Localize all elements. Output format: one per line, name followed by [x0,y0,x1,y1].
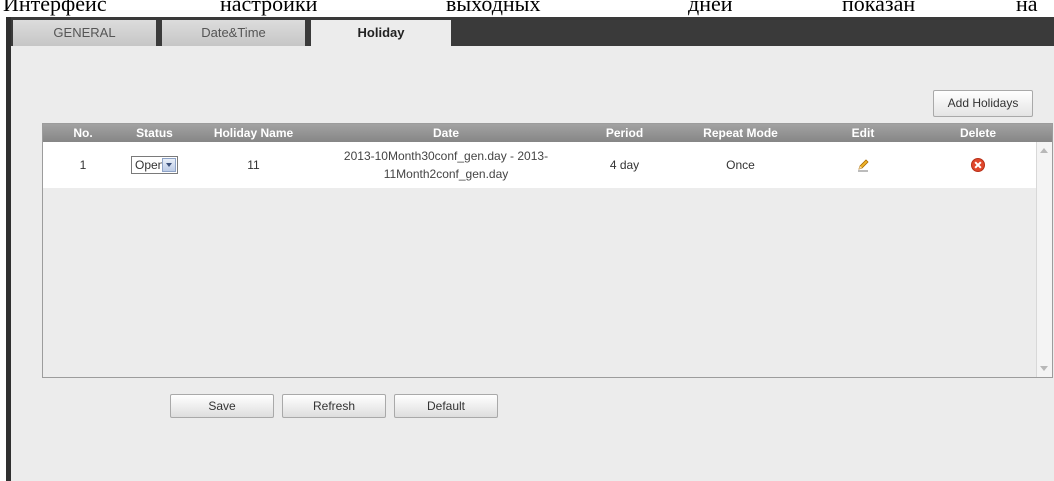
cell-period: 4 day [609,158,640,172]
column-header-holiday-name: Holiday Name [213,126,294,140]
doc-word: выходных [446,0,541,16]
document-text-line: Интерфейс настройки выходных дней показа… [0,0,1054,16]
column-header-no: No. [73,126,93,140]
table-scrollbar[interactable] [1036,142,1052,377]
table-header: No. Status Holiday Name Date Period Repe… [43,124,1052,142]
holiday-table: No. Status Holiday Name Date Period Repe… [42,123,1053,378]
column-header-date: Date [432,126,459,140]
cell-edit [803,142,923,188]
column-header-status: Status [136,126,173,140]
tab-date-time[interactable]: Date&Time [162,20,305,46]
delete-icon[interactable] [971,158,985,172]
chevron-down-icon[interactable] [162,158,176,172]
tab-holiday[interactable]: Holiday [311,20,451,46]
doc-word: на [1016,0,1038,16]
default-button[interactable]: Default [394,394,498,418]
holiday-settings-window: GENERAL Date&Time Holiday Add Holidays N… [6,17,1054,481]
save-button[interactable]: Save [170,394,274,418]
column-header-edit: Edit [851,126,875,140]
column-header-period: Period [605,126,644,140]
refresh-button[interactable]: Refresh [282,394,386,418]
tab-bar: GENERAL Date&Time Holiday [6,17,1054,46]
column-header-repeat-mode: Repeat Mode [703,126,778,140]
holiday-panel: Add Holidays No. Status Holiday Name Dat… [11,46,1054,481]
tab-general[interactable]: GENERAL [13,20,156,46]
cell-status: Open [123,142,186,188]
date-line-2: 11Month2conf_gen.day [383,167,509,181]
doc-word: Интерфейс [3,0,107,16]
pencil-icon[interactable] [856,158,870,172]
cell-delete [923,142,1033,188]
scroll-up-icon[interactable] [1040,148,1048,153]
date-line-1: 2013-10Month30conf_gen.day - 2013- [343,149,549,163]
table-row[interactable]: 1 Open 11 2013-10Month30conf_gen.day - 2… [43,142,1036,188]
column-header-delete: Delete [959,126,997,140]
doc-word: дней [688,0,733,16]
scroll-down-icon[interactable] [1040,366,1048,371]
doc-word: настройки [220,0,318,16]
status-select-value: Open [135,158,165,172]
cell-repeat-mode: Once [726,158,755,172]
cell-date: 2013-10Month30conf_gen.day - 2013- 11Mon… [321,142,571,188]
status-select[interactable]: Open [131,156,178,174]
doc-word: показан [842,0,916,16]
cell-holiday-name: 11 [247,158,260,172]
cell-no: 1 [79,158,87,172]
add-holidays-button[interactable]: Add Holidays [933,90,1033,117]
